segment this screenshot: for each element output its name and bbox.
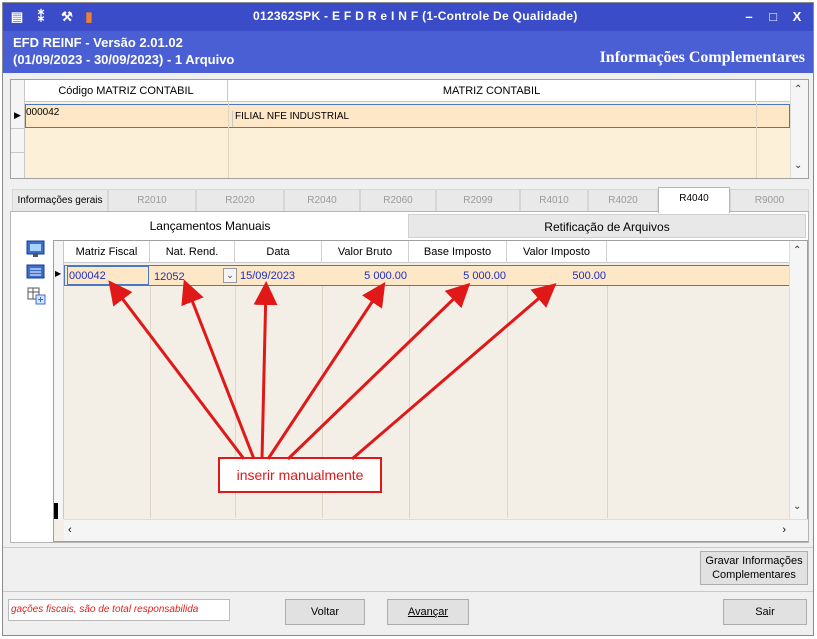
row-marker: [54, 503, 58, 519]
cell-nat-rend[interactable]: 12052: [154, 268, 185, 287]
scroll-right-icon[interactable]: ›: [782, 524, 786, 536]
column-header-matriz[interactable]: MATRIZ CONTABIL: [228, 80, 756, 102]
cell-data[interactable]: 15/09/2023: [240, 267, 295, 286]
tab-strip: Informações gerais R2010 R2020 R2040 R20…: [10, 187, 809, 213]
wrench-icon[interactable]: ⚒: [59, 9, 75, 25]
separator: [3, 547, 813, 548]
tab-r2099[interactable]: R2099: [436, 189, 520, 211]
lancamentos-vertical-scrollbar[interactable]: ⌃ ⌄: [789, 241, 807, 519]
subtab-lancamentos-manuais[interactable]: Lançamentos Manuais: [13, 214, 407, 238]
annotation-box: inserir manualmente: [218, 457, 382, 493]
column-header-matriz-fiscal[interactable]: Matriz Fiscal: [64, 241, 150, 263]
r4040-panel: Lançamentos Manuais Retificação de Arqui…: [10, 211, 809, 543]
matriz-row-nome[interactable]: FILIAL NFE INDUSTRIAL: [232, 111, 349, 127]
sair-button[interactable]: Sair: [723, 599, 807, 625]
scroll-down-icon[interactable]: ⌄: [794, 160, 802, 171]
scroll-up-icon[interactable]: ⌃: [794, 84, 802, 95]
scroll-down-icon[interactable]: ⌄: [793, 501, 801, 512]
column-header-valor-bruto[interactable]: Valor Bruto: [322, 241, 409, 263]
period-label: (01/09/2023 - 30/09/2023) - 1 Arquivo: [13, 52, 235, 67]
cell-base-imposto[interactable]: 5 000.00: [410, 267, 506, 286]
book-icon[interactable]: ▮: [81, 9, 97, 25]
disclaimer-text: gações fiscais, são de total responsabil…: [8, 599, 230, 621]
column-header-base-imposto[interactable]: Base Imposto: [409, 241, 507, 263]
tab-r2010[interactable]: R2010: [108, 189, 196, 211]
cell-valor-bruto[interactable]: 5 000.00: [323, 267, 407, 286]
row-indicator-column: ▶: [11, 80, 25, 178]
lancamentos-grid-header: Matriz Fiscal Nat. Rend. Data Valor Brut…: [54, 241, 790, 263]
separator: [3, 591, 813, 592]
column-header-nat-rend[interactable]: Nat. Rend.: [150, 241, 235, 263]
maximize-button[interactable]: □: [763, 8, 783, 26]
close-button[interactable]: X: [787, 8, 807, 26]
row-indicator-column: ▶: [54, 241, 64, 519]
section-title: Informações Complementares: [599, 49, 805, 66]
avancar-button[interactable]: Avançar: [387, 599, 469, 625]
grid-divider: [150, 286, 151, 518]
gravar-informacoes-button[interactable]: Gravar Informações Complementares: [700, 551, 808, 585]
system-menu-icon[interactable]: ▤: [9, 9, 25, 25]
grid-divider: [228, 102, 229, 178]
lancamentos-horizontal-scrollbar[interactable]: ‹ ›: [64, 519, 808, 541]
scroll-up-icon[interactable]: ⌃: [793, 245, 801, 256]
tab-r4020[interactable]: R4020: [588, 189, 658, 211]
scroll-left-icon[interactable]: ‹: [68, 524, 72, 536]
nat-rend-dropdown-icon[interactable]: ⌄: [223, 268, 237, 283]
monitor-icon[interactable]: [25, 240, 47, 260]
gravar-line1: Gravar Informações: [705, 555, 803, 567]
window-title: 012362SPK - E F D R e I N F (1-Controle …: [253, 9, 578, 23]
current-row-arrow-icon: ▶: [14, 110, 21, 120]
lancamentos-grid: Matriz Fiscal Nat. Rend. Data Valor Brut…: [53, 240, 808, 542]
subtab-retificacao-arquivos[interactable]: Retificação de Arquivos: [408, 214, 806, 238]
matriz-grid-header: Código MATRIZ CONTABIL MATRIZ CONTABIL: [11, 80, 791, 102]
matriz-row-selected[interactable]: 000042 FILIAL NFE INDUSTRIAL: [25, 104, 790, 128]
grid-divider: [507, 286, 508, 518]
cell-valor-imposto[interactable]: 500.00: [508, 267, 606, 286]
grid-divider: [409, 286, 410, 518]
title-bar: ▤ ⁑ ⚒ ▮ 012362SPK - E F D R e I N F (1-C…: [3, 3, 813, 31]
tab-r2060[interactable]: R2060: [360, 189, 436, 211]
main-window: ▤ ⁑ ⚒ ▮ 012362SPK - E F D R e I N F (1-C…: [2, 2, 814, 636]
tree-icon[interactable]: ⁑: [33, 9, 49, 25]
grid-divider: [756, 102, 757, 178]
tab-r2020[interactable]: R2020: [196, 189, 284, 211]
row-divider: [11, 128, 25, 129]
tab-r4010[interactable]: R4010: [520, 189, 588, 211]
column-header-data[interactable]: Data: [235, 241, 322, 263]
app-version: EFD REINF - Versão 2.01.02: [13, 35, 183, 50]
matriz-row-codigo[interactable]: 000042: [26, 107, 59, 118]
monitor-list-icon[interactable]: [25, 264, 47, 284]
column-header-valor-imposto[interactable]: Valor Imposto: [507, 241, 607, 263]
tab-r4040[interactable]: R4040: [658, 187, 730, 213]
current-row-arrow-icon: ▶: [55, 269, 62, 278]
matriz-grid: Código MATRIZ CONTABIL MATRIZ CONTABIL ▶…: [10, 79, 809, 179]
matriz-vertical-scrollbar[interactable]: ⌃ ⌄: [790, 80, 808, 178]
row-divider: [11, 152, 25, 153]
column-header-codigo[interactable]: Código MATRIZ CONTABIL: [25, 80, 228, 102]
minimize-button[interactable]: –: [739, 8, 759, 26]
gravar-line2: Complementares: [712, 569, 796, 581]
voltar-button[interactable]: Voltar: [285, 599, 365, 625]
lancamento-row-selected[interactable]: 000042 12052 ⌄ 15/09/2023 5 000.00 5 000…: [64, 265, 790, 286]
grid-add-icon[interactable]: [25, 286, 47, 306]
app-header: EFD REINF - Versão 2.01.02 (01/09/2023 -…: [3, 31, 813, 73]
grid-divider: [607, 286, 608, 518]
tab-informacoes-gerais[interactable]: Informações gerais: [12, 189, 108, 211]
cell-matriz-fiscal[interactable]: 000042: [67, 266, 149, 285]
tab-r2040[interactable]: R2040: [284, 189, 360, 211]
tab-r9000[interactable]: R9000: [730, 189, 809, 211]
